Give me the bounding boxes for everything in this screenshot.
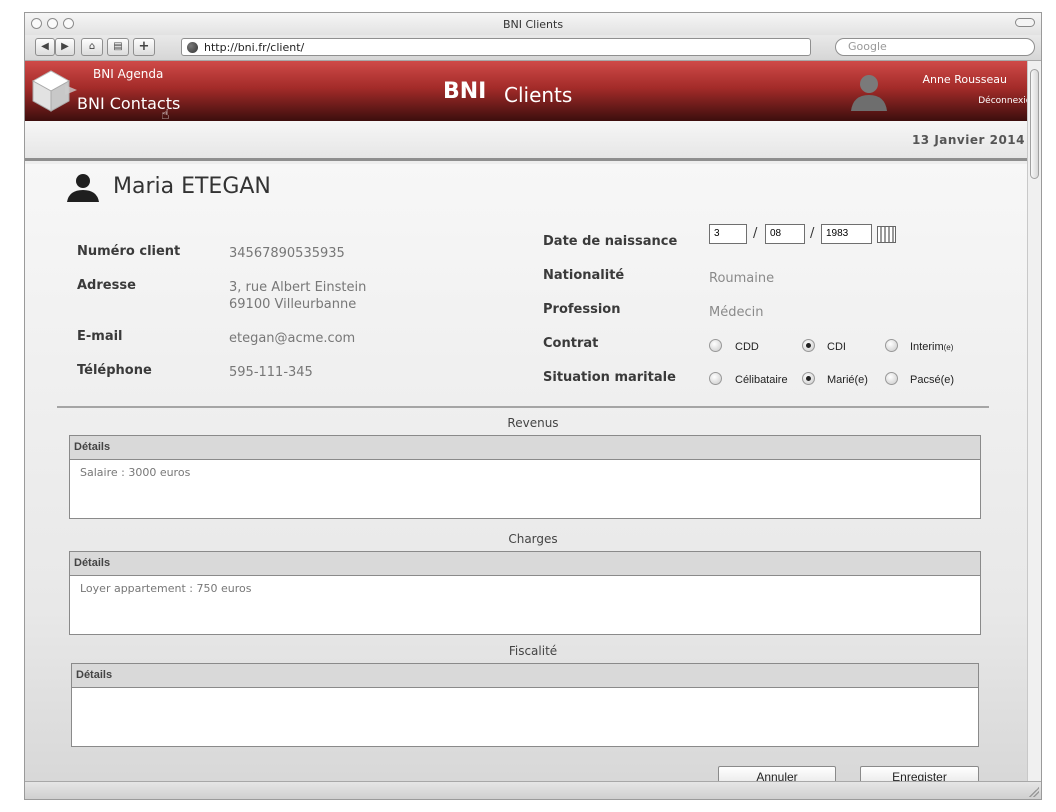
contract-option-label: Interim(e)	[910, 341, 953, 353]
calendar-icon[interactable]	[877, 226, 896, 243]
home-button[interactable]: ⌂	[81, 38, 103, 56]
cube-logo-icon	[31, 70, 77, 112]
address-bar[interactable]: http://bni.fr/client/	[181, 38, 811, 56]
client-number-label: Numéro client	[77, 244, 181, 259]
marital-radio-married[interactable]	[802, 372, 815, 385]
contract-label: Contrat	[543, 336, 599, 351]
address-line2: 69100 Villeurbanne	[229, 297, 357, 312]
url-text: http://bni.fr/client/	[204, 41, 305, 54]
panel-text[interactable]	[72, 688, 978, 700]
date-separator: /	[810, 226, 815, 241]
status-bar	[25, 781, 1041, 799]
date-separator: /	[753, 226, 758, 241]
panel-header: Détails	[72, 664, 978, 688]
title-bar: BNI Clients	[25, 13, 1041, 35]
person-icon	[67, 174, 99, 202]
globe-icon	[187, 42, 198, 53]
birth-date-label: Date de naissance	[543, 234, 678, 249]
window-title: BNI Clients	[502, 18, 564, 31]
nationality-label: Nationalité	[543, 268, 625, 283]
marital-option-label: Marié(e)	[827, 374, 868, 386]
forward-button[interactable]: ▶	[55, 38, 75, 56]
section-title-revenus: Revenus	[507, 416, 559, 430]
user-avatar-icon	[851, 75, 887, 111]
contract-option-text: Interim	[910, 341, 944, 353]
app-header: BNI Agenda BNI Contacts ☝ BNI Clients An…	[25, 61, 1041, 123]
address-line1: 3, rue Albert Einstein	[229, 280, 367, 295]
nav-link-agenda[interactable]: BNI Agenda	[93, 67, 163, 81]
vertical-scrollbar[interactable]	[1027, 61, 1041, 783]
toolbar-toggle-button[interactable]	[1015, 18, 1035, 27]
phone-value: 595-111-345	[229, 365, 313, 380]
nationality-value: Roumaine	[709, 271, 775, 286]
client-name: Maria ETEGAN	[113, 174, 271, 199]
contract-option-label: CDI	[827, 341, 846, 353]
birth-year-input[interactable]: 1983	[821, 224, 872, 244]
panel-text[interactable]: Loyer appartement : 750 euros	[70, 576, 980, 601]
contract-radio-cdi[interactable]	[802, 339, 815, 352]
browser-window: BNI Clients ◀ ▶ ⌂ ▤ + http://bni.fr/clie…	[24, 12, 1042, 800]
user-name: Anne Rousseau	[922, 73, 1007, 86]
client-number-value: 34567890535935	[229, 246, 345, 261]
email-label: E-mail	[77, 329, 123, 344]
email-value[interactable]: etegan@acme.com	[229, 330, 355, 347]
marital-radio-pacs[interactable]	[885, 372, 898, 385]
client-form: Maria ETEGAN Numéro client 3456789053593…	[25, 164, 1041, 799]
section-divider	[57, 406, 989, 408]
phone-label: Téléphone	[77, 363, 152, 378]
contract-option-label: CDD	[735, 341, 759, 353]
contract-radio-cdd[interactable]	[709, 339, 722, 352]
resize-grip-icon[interactable]	[1029, 787, 1039, 797]
add-bookmark-button[interactable]: +	[133, 38, 155, 56]
section-title-charges: Charges	[508, 532, 558, 546]
panel-header: Détails	[70, 436, 980, 460]
brand-subtitle: Clients	[504, 83, 573, 107]
panel-text[interactable]: Salaire : 3000 euros	[70, 460, 980, 485]
address-label: Adresse	[77, 278, 136, 293]
scroll-thumb[interactable]	[1030, 69, 1039, 179]
details-panel-fiscalite: Détails	[71, 663, 979, 747]
date-bar: 13 Janvier 2014	[25, 121, 1041, 161]
section-title-fiscalite: Fiscalité	[508, 644, 558, 658]
back-button[interactable]: ◀	[35, 38, 55, 56]
brand-title: BNI	[443, 79, 487, 104]
contract-radio-interim[interactable]	[885, 339, 898, 352]
marital-option-label: Célibataire	[735, 374, 788, 386]
profession-value: Médecin	[709, 305, 764, 320]
search-input[interactable]: Google	[835, 38, 1035, 56]
profession-label: Profession	[543, 302, 621, 317]
marital-radio-single[interactable]	[709, 372, 722, 385]
birth-month-input[interactable]: 08	[765, 224, 805, 244]
panel-header: Détails	[70, 552, 980, 576]
details-panel-charges: Détails Loyer appartement : 750 euros	[69, 551, 981, 635]
marital-label: Situation maritale	[543, 370, 676, 385]
contract-option-suffix: (e)	[943, 343, 954, 352]
print-button[interactable]: ▤	[107, 38, 129, 56]
marital-option-label: Pacsé(e)	[910, 374, 955, 386]
birth-day-input[interactable]: 3	[709, 224, 747, 244]
details-panel-revenus: Détails Salaire : 3000 euros	[69, 435, 981, 519]
current-date: 13 Janvier 2014	[911, 133, 1025, 147]
browser-toolbar: ◀ ▶ ⌂ ▤ + http://bni.fr/client/ Google	[25, 35, 1041, 61]
